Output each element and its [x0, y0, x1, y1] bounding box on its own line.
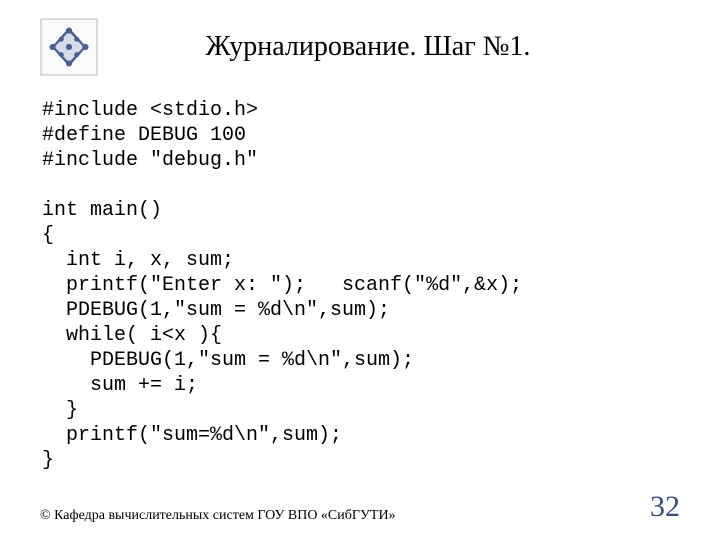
slide-title: Журналирование. Шаг №1. [116, 31, 680, 63]
code-block: #include <stdio.h> #define DEBUG 100 #in… [42, 98, 680, 473]
logo-icon [40, 18, 98, 76]
slide: Журналирование. Шаг №1. #include <stdio.… [0, 0, 720, 540]
slide-footer: © Кафедра вычислительных систем ГОУ ВПО … [40, 490, 680, 524]
page-number: 32 [650, 490, 680, 524]
slide-header: Журналирование. Шаг №1. [40, 18, 680, 76]
copyright-text: © Кафедра вычислительных систем ГОУ ВПО … [40, 508, 396, 524]
